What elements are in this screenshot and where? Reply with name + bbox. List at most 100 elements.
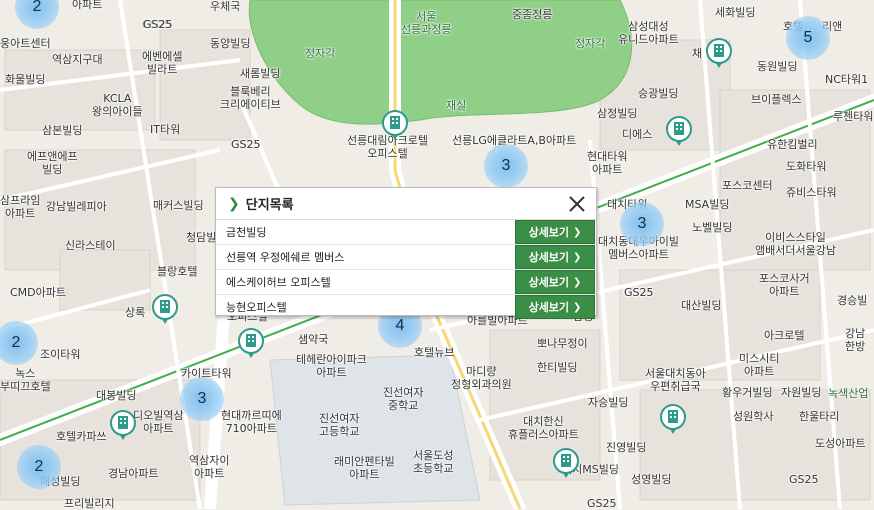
map-label: GS25	[231, 138, 261, 151]
chevron-right-icon: ❯	[573, 276, 582, 288]
map-label: 녹색산업	[828, 387, 869, 400]
map-label: 화물빌딩	[5, 73, 46, 86]
map-label: 유한킴벌리	[767, 138, 818, 151]
map-label: CMD아파트	[10, 286, 67, 299]
map-label: 현대타워 아파트	[587, 150, 628, 176]
popup-title: 단지목록	[245, 198, 294, 213]
map-label: 테헤란아이파크 아파트	[296, 353, 367, 379]
complex-name: 선릉역 우정에쉐르 멤버스	[226, 251, 345, 264]
building-pin-icon[interactable]	[238, 328, 264, 358]
map-label: 프리빌리지	[64, 497, 115, 510]
map-label: 승광빌딩	[638, 87, 679, 100]
close-icon[interactable]	[566, 193, 588, 215]
map-label: 성원학사	[733, 410, 774, 423]
map-label: 현대까르띠에 710아파트	[221, 409, 282, 435]
map-label: 상록	[125, 306, 146, 319]
chevron-right-icon: ❯	[228, 195, 240, 212]
map-label: 뽀나무정이	[537, 337, 588, 350]
map-label: 노벨빌딩	[692, 221, 733, 234]
building-pin-icon[interactable]	[706, 38, 732, 68]
map-label: 도화타워	[786, 160, 827, 173]
map-label: 호텔카파쓰	[56, 430, 107, 443]
list-item: 능현오피스텔 상세보기 ❯	[216, 295, 596, 319]
building-pin-icon[interactable]	[152, 294, 178, 324]
map-label: 정자각	[305, 47, 336, 60]
map-label: 디오빌역삼 아파트	[133, 409, 184, 435]
map-label: 삼프라임 아파트	[0, 194, 41, 220]
chevron-right-icon: ❯	[573, 251, 582, 263]
map-label: 진선여자 중학교	[383, 386, 424, 412]
map-label: 도성아파트	[815, 437, 866, 450]
map-label: NC타워1	[825, 73, 869, 86]
map-label: 대치한신 휴플러스아파트	[508, 415, 579, 441]
map-label: 우체국	[210, 0, 241, 13]
map-label: 조이타워	[40, 348, 81, 361]
map-label: GS25	[789, 473, 819, 486]
map-label: 경남아파트	[108, 467, 159, 480]
map-label: 진선여자 고등학교	[319, 412, 360, 438]
popup-header: ❯ 단지목록	[216, 188, 596, 220]
map-label: 새롬빌딩	[240, 67, 281, 80]
detail-button[interactable]: 상세보기 ❯	[515, 245, 595, 269]
map-label: 블랑호텔	[157, 265, 198, 278]
map-label: 매커스빌딩	[153, 199, 204, 212]
map-label: 마디량 정형외과의원	[451, 365, 512, 391]
list-item: 금천빌딩 상세보기 ❯	[216, 220, 596, 245]
map-label: 자승빌딩	[588, 396, 629, 409]
map-label: 역삼지구대	[52, 53, 103, 66]
map-label: 디에스	[622, 128, 653, 141]
list-item: 선릉역 우정에쉐르 멤버스 상세보기 ❯	[216, 245, 596, 270]
map-label: 브이플렉스	[751, 93, 802, 106]
detail-button[interactable]: 상세보기 ❯	[515, 220, 595, 244]
map-label: GS25	[587, 497, 617, 510]
map-label: 역삼자이 아파트	[189, 454, 230, 480]
map-label: 재실	[446, 99, 467, 112]
cluster-marker[interactable]: 3	[484, 144, 528, 188]
detail-button-label: 상세보기	[528, 251, 570, 264]
chevron-right-icon: ❯	[573, 226, 582, 238]
map-label: 삼본빌딩	[42, 124, 83, 137]
building-pin-icon[interactable]	[666, 116, 692, 146]
detail-button[interactable]: 상세보기 ❯	[515, 295, 595, 319]
map-label: 블룩베리 크리에이티브	[220, 85, 281, 111]
complex-name: 능현오피스텔	[226, 301, 287, 314]
map-label: GS25	[143, 18, 173, 31]
complex-name: 에스케이허브 오피스텔	[226, 276, 331, 289]
cluster-marker[interactable]: 2	[17, 445, 61, 489]
building-pin-icon[interactable]	[110, 410, 136, 440]
map-label: IT타워	[150, 123, 181, 136]
map-label: 에벤에셀 빌라트	[142, 50, 183, 76]
building-pin-icon[interactable]	[660, 404, 686, 434]
map-label: 동양빌딩	[210, 37, 251, 50]
map-label: 미스시티 아파트	[739, 352, 780, 378]
detail-button[interactable]: 상세보기 ❯	[515, 270, 595, 294]
cluster-marker[interactable]: 3	[180, 377, 224, 421]
map-label: 신라스테이	[65, 239, 116, 252]
map-label: 서울대치동아 우편취급국	[645, 367, 706, 393]
map-label: 동원빌딩	[757, 60, 798, 73]
map-label: 세화빌딩	[715, 6, 756, 19]
building-pin-icon[interactable]	[553, 448, 579, 478]
list-item: 에스케이허브 오피스텔 상세보기 ❯	[216, 270, 596, 295]
map-label: 자원빌딩	[781, 386, 822, 399]
map-label: 래미안펜타빌 아파트	[334, 455, 395, 481]
map-label: 포스코사거 아파트	[759, 272, 810, 298]
cluster-marker[interactable]: 5	[786, 16, 830, 60]
map-label: 강남 한방	[845, 327, 866, 353]
building-pin-icon[interactable]	[382, 110, 408, 140]
map-label: 대봉빌딩	[96, 389, 137, 402]
map-label: 쥬비스타워	[786, 186, 837, 199]
map-label: 삼정빌딩	[597, 107, 638, 120]
map-label: 호텔뉴브	[414, 346, 455, 359]
map-label: 포스코센터	[722, 179, 773, 192]
cluster-marker[interactable]: 3	[620, 202, 664, 246]
map-label: 진영빌딩	[606, 441, 647, 454]
map-label: 청담빌	[186, 231, 217, 244]
map-label: GS25	[624, 286, 654, 299]
map-label: KCLA 왕의아이들	[92, 92, 143, 118]
map-label: 아크로텔	[764, 329, 805, 342]
map-label: 중종정릉	[512, 8, 553, 21]
map-label: 녹스 부띠끄호텔	[0, 367, 51, 393]
map-label: 채	[692, 47, 703, 60]
map-label: 에프앤에프 빌딩	[27, 150, 78, 176]
